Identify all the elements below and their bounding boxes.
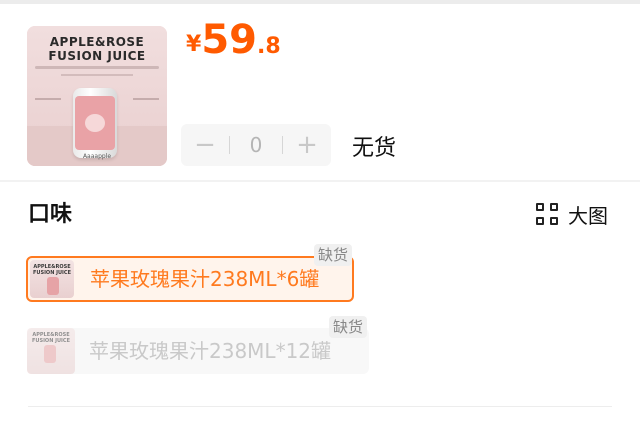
quantity-value[interactable]: 0 <box>230 124 282 166</box>
flavor-option-12-cans[interactable]: APPLE&ROSE FUSION JUICE 苹果玫瑰果汁238ML*12罐 … <box>27 316 369 374</box>
product-image-title-line2: FUSION JUICE <box>48 49 146 63</box>
product-image-subtitle2 <box>61 74 133 76</box>
price-currency: ¥ <box>186 32 202 57</box>
juice-can-graphic <box>73 88 117 158</box>
bottom-divider <box>28 406 612 407</box>
product-image[interactable]: APPLE&ROSE FUSION JUICE Aaaapple <box>27 26 167 166</box>
out-of-stock-badge: 缺货 <box>313 244 352 266</box>
product-image-caption-left <box>35 98 61 100</box>
quantity-stepper[interactable]: − 0 + <box>181 124 331 166</box>
product-image-brand: Aaaapple <box>82 153 112 160</box>
option-thumbnail-line2: FUSION JUICE <box>32 338 70 344</box>
product-image-subtitle <box>35 66 159 69</box>
product-image-title-line1: APPLE&ROSE <box>49 35 145 49</box>
option-thumbnail-line2: FUSION JUICE <box>33 270 71 276</box>
flavor-section-title: 口味 <box>28 202 73 227</box>
option-thumbnail: APPLE&ROSE FUSION JUICE <box>27 328 75 374</box>
flavor-option-label: 苹果玫瑰果汁238ML*12罐 <box>89 339 332 363</box>
flavor-option-label: 苹果玫瑰果汁238ML*6罐 <box>90 267 320 291</box>
top-divider <box>0 0 640 4</box>
section-divider <box>0 180 640 182</box>
large-image-view-label: 大图 <box>568 203 608 228</box>
apple-graphic <box>85 114 105 132</box>
product-image-caption-right <box>133 98 159 100</box>
option-thumbnail-can <box>44 345 56 363</box>
increase-quantity-button[interactable]: + <box>283 124 331 166</box>
stock-status: 无货 <box>352 136 397 161</box>
option-thumbnail-can <box>47 277 59 295</box>
option-thumbnail: APPLE&ROSE FUSION JUICE <box>30 260 74 298</box>
flavor-option-6-cans[interactable]: APPLE&ROSE FUSION JUICE 苹果玫瑰果汁238ML*6罐 缺… <box>26 244 354 302</box>
price-decimal: .8 <box>256 34 281 59</box>
price-integer: 59 <box>201 17 257 63</box>
price: ¥59.8 <box>186 18 281 62</box>
grid-icon <box>536 203 558 225</box>
out-of-stock-badge: 缺货 <box>328 316 367 338</box>
decrease-quantity-button[interactable]: − <box>181 124 229 166</box>
large-image-view-toggle[interactable]: 大图 <box>536 200 608 228</box>
